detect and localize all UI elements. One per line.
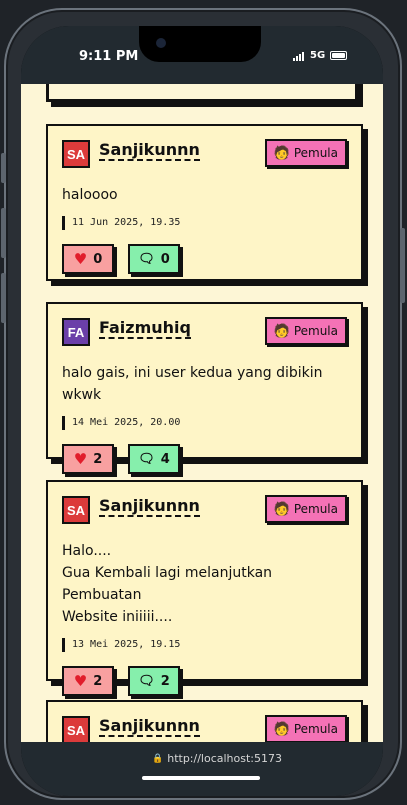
rank-badge: 🧑 Pemula: [264, 139, 347, 167]
badge-label: Pemula: [293, 722, 338, 736]
dynamic-island: [139, 26, 261, 62]
comment-icon: 🗨: [138, 251, 155, 267]
post-text-line: Website iniiiii....: [62, 609, 173, 625]
post-timestamp: 11 Jun 2025, 19.35: [62, 216, 347, 230]
user-avatar-icon: 🧑: [273, 721, 290, 737]
phone-frame: 9:11 PM 5G SA Sanjikunnn 🧑 Pemula halooo…: [1, 8, 405, 800]
post-card: FA Faizmuhiq 🧑 Pemula halo gais, ini use…: [46, 302, 363, 474]
url-display[interactable]: 🔒 http://localhost:5173: [152, 752, 282, 765]
comment-icon: 🗨: [138, 673, 155, 689]
like-count: 2: [93, 673, 103, 689]
like-count: 2: [93, 451, 103, 467]
like-button[interactable]: ♥ 2: [62, 666, 114, 696]
avatar[interactable]: FA: [62, 318, 90, 346]
avatar[interactable]: SA: [62, 140, 90, 168]
badge-label: Pemula: [293, 324, 338, 338]
heart-icon: ♥: [73, 671, 88, 690]
camera-icon: [156, 38, 166, 48]
heart-icon: ♥: [73, 249, 88, 268]
url-text: http://localhost:5173: [167, 752, 282, 765]
badge-label: Pemula: [293, 146, 338, 160]
rank-badge: 🧑 Pemula: [264, 715, 347, 742]
feed-viewport[interactable]: SA Sanjikunnn 🧑 Pemula haloooo 11 Jun 20…: [21, 84, 383, 742]
user-avatar-icon: 🧑: [273, 501, 290, 517]
post-text-line: Gua Kembali lagi melanjutkan Pembuatan: [62, 565, 273, 603]
like-count: 0: [93, 251, 103, 267]
comment-count: 0: [160, 251, 170, 267]
badge-label: Pemula: [293, 502, 338, 516]
username-link[interactable]: Faizmuhiq: [99, 319, 191, 339]
browser-url-bar[interactable]: 🔒 http://localhost:5173: [21, 742, 383, 796]
volume-down-button: [1, 273, 6, 323]
rank-badge: 🧑 Pemula: [264, 317, 347, 345]
avatar[interactable]: SA: [62, 496, 90, 524]
post-header: FA Faizmuhiq 🧑 Pemula: [62, 317, 347, 348]
user-avatar-icon: 🧑: [273, 145, 290, 161]
screen-bezel: 9:11 PM 5G SA Sanjikunnn 🧑 Pemula halooo…: [21, 26, 383, 796]
post-header: SA Sanjikunnn 🧑 Pemula: [62, 139, 347, 170]
post-actions: ♥ 2 🗨 2: [62, 666, 347, 696]
post-header: SA Sanjikunnn 🧑 Pemula: [62, 715, 347, 742]
comment-button[interactable]: 🗨 0: [128, 244, 180, 274]
status-bar: 9:11 PM 5G: [21, 26, 383, 84]
post-text: haloooo: [62, 187, 118, 203]
comment-button[interactable]: 🗨 2: [128, 666, 180, 696]
post-header: SA Sanjikunnn 🧑 Pemula: [62, 495, 347, 526]
network-type: 5G: [310, 50, 326, 61]
power-button: [400, 228, 405, 303]
comment-count: 4: [160, 451, 170, 467]
post-card: SA Sanjikunnn 🧑 Pemula haloooo 11 Jun 20…: [46, 124, 363, 281]
rank-badge: 🧑 Pemula: [264, 495, 347, 523]
volume-up-button: [1, 208, 6, 258]
post-card: SA Sanjikunnn 🧑 Pemula: [46, 700, 363, 742]
signal-icon: [293, 52, 304, 61]
lock-icon: 🔒: [152, 753, 164, 764]
previous-card-edge: [46, 84, 358, 102]
comment-count: 2: [160, 673, 170, 689]
avatar[interactable]: SA: [62, 716, 90, 742]
heart-icon: ♥: [73, 449, 88, 468]
username-link[interactable]: Sanjikunnn: [99, 717, 200, 737]
battery-icon: [330, 51, 347, 60]
username-link[interactable]: Sanjikunnn: [99, 141, 200, 161]
home-indicator[interactable]: [142, 776, 260, 780]
post-actions: ♥ 2 🗨 4: [62, 444, 347, 474]
like-button[interactable]: ♥ 0: [62, 244, 114, 274]
user-avatar-icon: 🧑: [273, 323, 290, 339]
like-button[interactable]: ♥ 2: [62, 444, 114, 474]
post-card: SA Sanjikunnn 🧑 Pemula Halo.... Gua Kemb…: [46, 480, 363, 696]
comment-button[interactable]: 🗨 4: [128, 444, 180, 474]
post-text-line: Halo....: [62, 543, 112, 559]
post-actions: ♥ 0 🗨 0: [62, 244, 347, 274]
post-text: Halo.... Gua Kembali lagi melanjutkan Pe…: [62, 540, 347, 628]
post-text: halo gais, ini user kedua yang dibikin w…: [62, 365, 323, 403]
post-timestamp: 14 Mei 2025, 20.00: [62, 416, 347, 430]
comment-icon: 🗨: [138, 451, 155, 467]
silent-switch: [1, 153, 6, 183]
post-timestamp: 13 Mei 2025, 19.15: [62, 638, 347, 652]
username-link[interactable]: Sanjikunnn: [99, 497, 200, 517]
status-time: 9:11 PM: [79, 49, 139, 64]
